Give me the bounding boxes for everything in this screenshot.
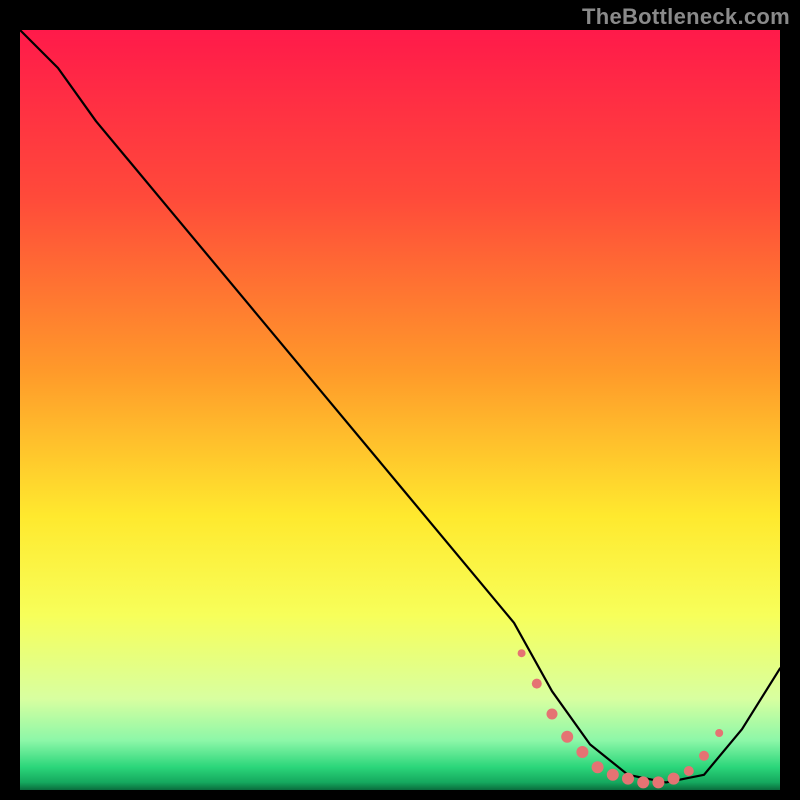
curve-marker: [652, 776, 664, 788]
curve-marker: [561, 731, 573, 743]
curve-marker: [547, 709, 558, 720]
watermark-label: TheBottleneck.com: [582, 4, 790, 30]
curve-marker: [699, 751, 709, 761]
chart-stage: TheBottleneck.com: [0, 0, 800, 800]
curve-marker: [592, 761, 604, 773]
curve-marker: [576, 746, 588, 758]
curve-marker: [622, 773, 634, 785]
curve-marker: [607, 769, 619, 781]
curve-marker: [668, 773, 680, 785]
curve-marker: [715, 729, 723, 737]
curve-marker: [684, 766, 694, 776]
curve-marker: [532, 679, 542, 689]
curve-marker: [637, 776, 649, 788]
curve-marker: [518, 649, 526, 657]
bottleneck-chart: [0, 0, 800, 800]
plot-background: [20, 30, 780, 790]
